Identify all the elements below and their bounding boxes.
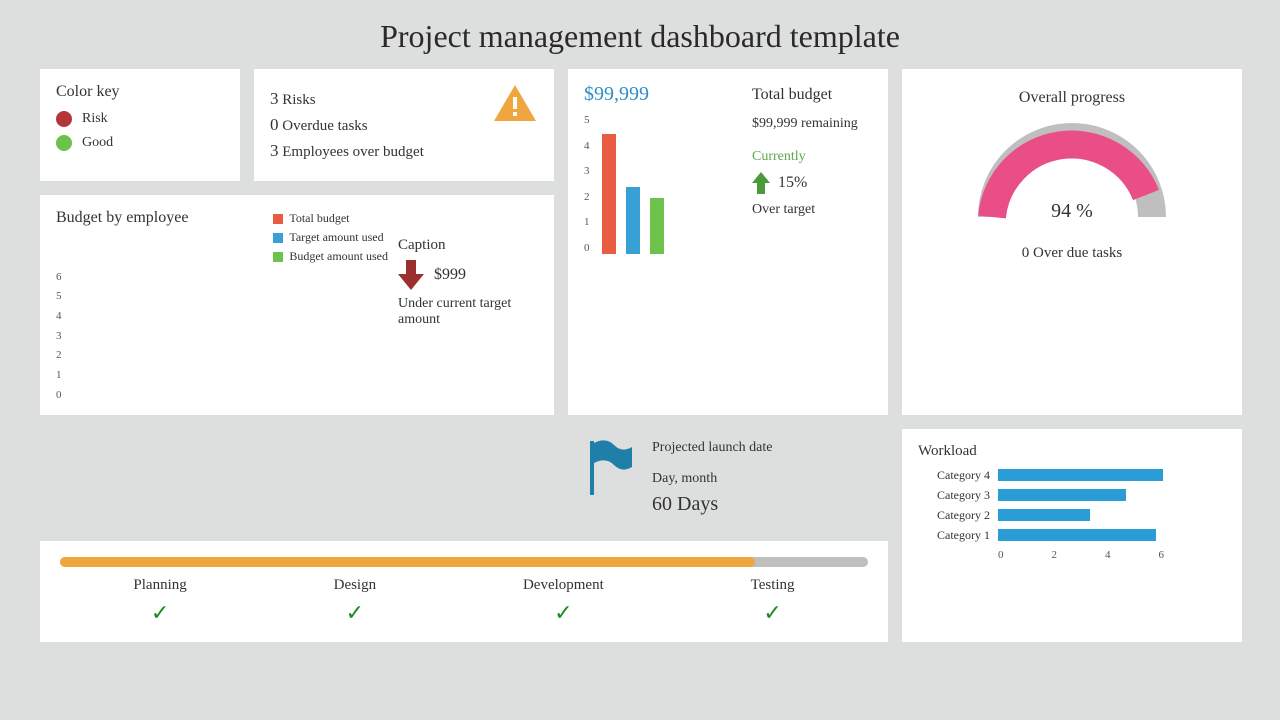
check-icon: ✓ (751, 600, 795, 626)
color-key-card: Color key Risk Good (40, 69, 240, 181)
legend: Total budget Target amount used Budget a… (273, 209, 388, 267)
caption-amount: $999 (434, 266, 466, 284)
currently-label: Currently (752, 146, 872, 167)
total-budget-card: $99,999 012345 Total budget $99,999 rema… (568, 69, 888, 415)
overbudget-label: Employees over budget (282, 144, 424, 160)
bar (650, 198, 664, 254)
down-arrow-icon (398, 260, 424, 290)
risks-card: 3 Risks 0 Overdue tasks 3 Employees over… (254, 69, 554, 181)
workload-bars: Category 4 Category 3 Category 2 Categor… (918, 468, 1226, 543)
phase-label: Planning (133, 577, 186, 594)
budget-by-employee-card: Budget by employee Total budget Target a… (40, 195, 554, 415)
page-title: Project management dashboard template (0, 0, 1280, 69)
check-icon: ✓ (523, 600, 604, 626)
phase-label: Design (334, 577, 377, 594)
overdue-count: 0 (270, 115, 279, 134)
swatch-label: Risk (82, 111, 108, 127)
warning-icon (492, 83, 538, 123)
total-budget-title: Total budget (752, 83, 872, 107)
launch-line2: Day, month (652, 468, 773, 489)
legend-label: Target amount used (289, 228, 383, 247)
check-icon: ✓ (133, 600, 186, 626)
up-arrow-icon (752, 172, 770, 194)
swatch-good: Good (56, 135, 224, 151)
progress-pct: 94 % (972, 200, 1172, 223)
launch-line1: Projected launch date (652, 437, 773, 458)
axis-y: 0123456 (56, 271, 66, 401)
flag-icon (584, 437, 634, 497)
risks-label: Risks (282, 92, 315, 108)
total-budget-bars (594, 114, 664, 254)
workload-heading: Workload (918, 443, 1226, 460)
axis-x: 0246 (918, 549, 1226, 561)
total-budget-amount: $99,999 (584, 83, 740, 106)
caption-note: Under current target amount (398, 296, 538, 328)
phase-progress-fill (60, 557, 755, 567)
phase-label: Testing (751, 577, 795, 594)
phase-progress-track (60, 557, 868, 567)
phase-label: Development (523, 577, 604, 594)
overdue-label: Overdue tasks (282, 118, 367, 134)
overall-progress-heading: Overall progress (918, 89, 1226, 107)
legend-label: Total budget (289, 209, 349, 228)
over-target: Over target (752, 199, 872, 220)
swatch-label: Good (82, 135, 113, 151)
bar (602, 134, 616, 254)
overdue-tasks: 0 Over due tasks (918, 245, 1226, 262)
remaining: $99,999 remaining (752, 113, 872, 134)
launch-days: 60 Days (652, 489, 773, 519)
risk-dot-icon (56, 111, 72, 127)
axis-y: 012345 (584, 114, 594, 254)
workload-card: Workload Category 4 Category 3 Category … (902, 429, 1242, 642)
phases-card: Planning ✓ Design ✓ Development ✓ Testing ✓ (40, 541, 888, 642)
bar (626, 187, 640, 254)
overall-progress-card: Overall progress 94 % 0 Over due tasks (902, 69, 1242, 415)
launch-card: Projected launch date Day, month 60 Days (568, 429, 888, 527)
risks-count: 3 (270, 89, 279, 108)
budget-emp-heading: Budget by employee (56, 209, 188, 261)
currently-pct: 15% (778, 171, 807, 195)
swatch-risk: Risk (56, 111, 224, 127)
check-icon: ✓ (334, 600, 377, 626)
overbudget-count: 3 (270, 141, 279, 160)
budget-emp-bars (66, 271, 322, 401)
good-dot-icon (56, 135, 72, 151)
color-key-heading: Color key (56, 83, 224, 101)
caption-title: Caption (398, 237, 538, 254)
legend-label: Budget amount used (289, 247, 388, 266)
